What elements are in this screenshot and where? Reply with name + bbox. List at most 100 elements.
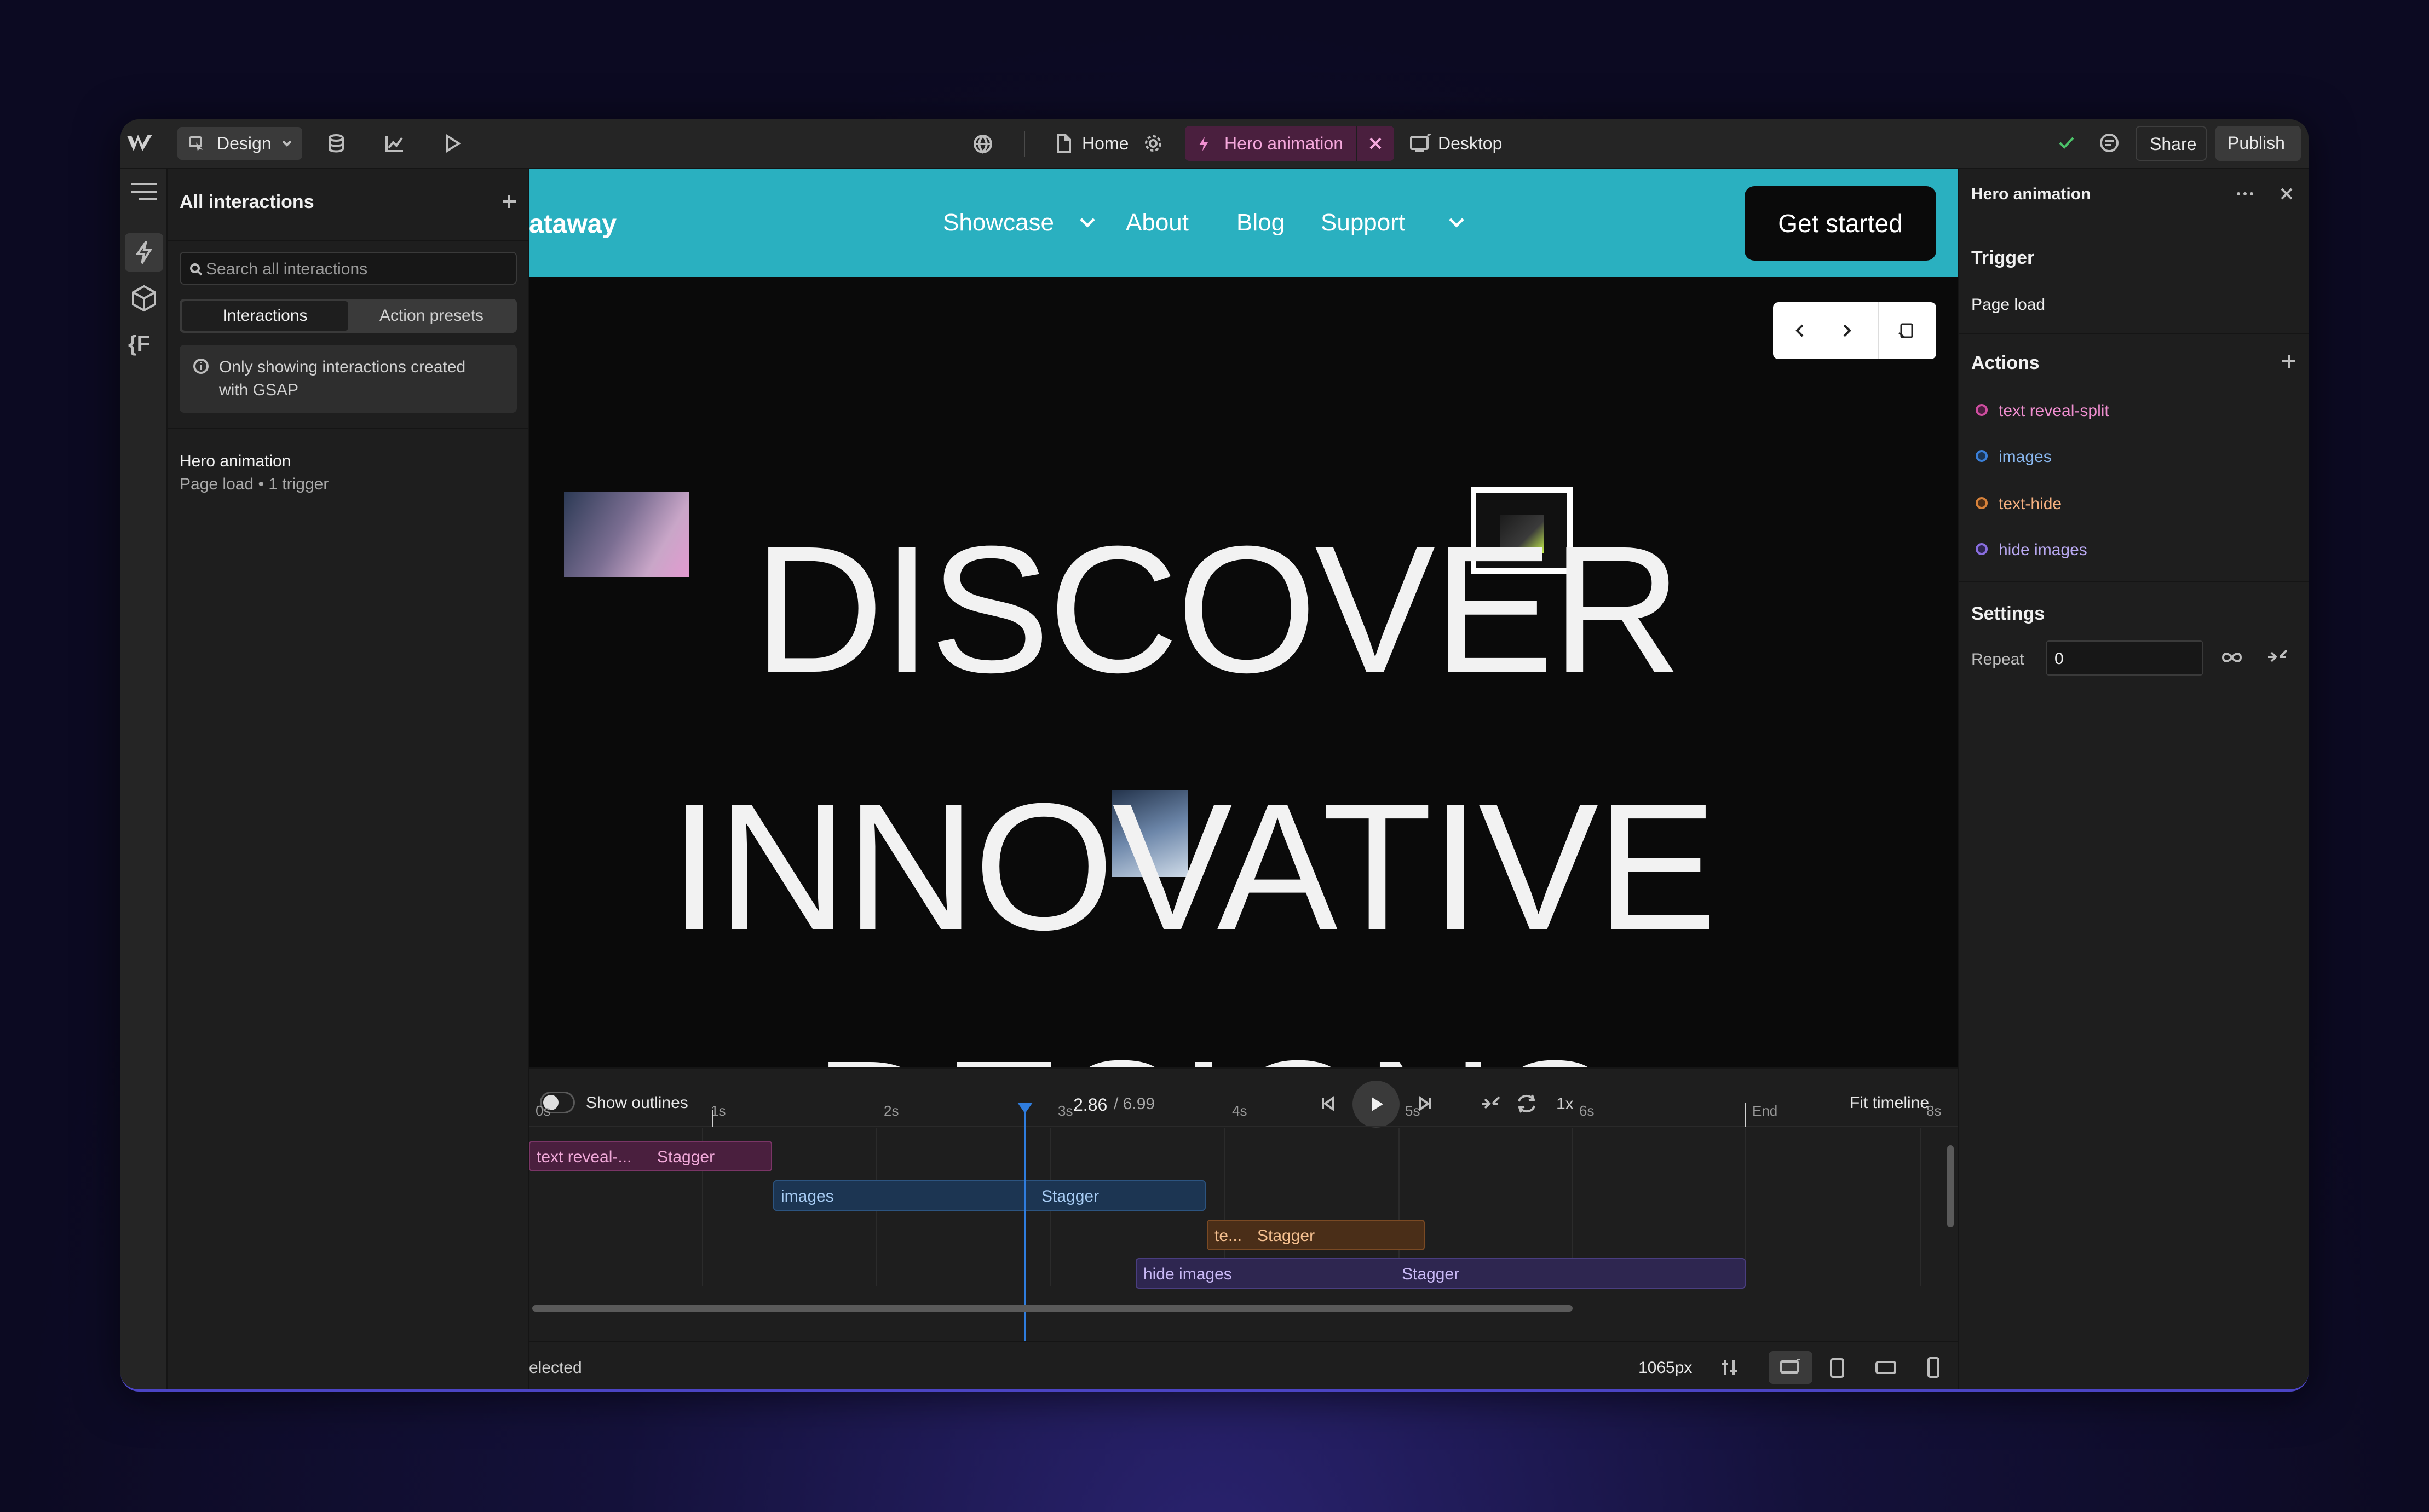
settings-heading: Settings (1971, 603, 2045, 624)
action-label: hide images (1999, 541, 2087, 559)
track-text-hide[interactable]: te... Stagger (1207, 1220, 1425, 1250)
share-button[interactable]: Share (2136, 126, 2207, 161)
components-cube-icon[interactable] (131, 285, 157, 312)
database-icon[interactable] (326, 134, 346, 153)
search-icon (190, 263, 203, 276)
fit-timeline-button[interactable]: Fit timeline (1850, 1094, 1929, 1112)
tablet-icon[interactable] (1829, 1358, 1845, 1378)
action-item[interactable]: text-hide (1959, 484, 2309, 528)
track-images-label: images (781, 1187, 834, 1205)
interaction-tab-label: Hero animation (1224, 134, 1343, 153)
action-color-dot (1976, 543, 1988, 555)
action-item[interactable]: images (1959, 437, 2309, 481)
panel-tabs: Interactions Action presets (180, 299, 517, 333)
track-hide-images[interactable]: hide images Stagger (1136, 1258, 1746, 1289)
repeat-input[interactable]: 0 (2046, 640, 2203, 676)
track-images[interactable]: images Stagger (773, 1180, 1206, 1211)
nav-support[interactable]: Support (1321, 209, 1405, 236)
vertical-scrollbar[interactable] (1947, 1145, 1954, 1227)
panel-divider (168, 240, 529, 241)
chevron-left-icon[interactable] (1794, 323, 1807, 338)
info-text-line2: with GSAP (219, 381, 299, 399)
preview-play-icon[interactable] (442, 134, 461, 153)
time-total: / 6.99 (1114, 1095, 1155, 1113)
page-selector[interactable]: Home (1082, 135, 1129, 152)
interactions-rail-button[interactable] (125, 233, 163, 272)
yoyo-icon[interactable] (2266, 648, 2289, 666)
ease-icon[interactable] (1480, 1095, 1501, 1112)
tab-interactions-label: Interactions (222, 307, 308, 325)
lightning-icon (1199, 137, 1208, 151)
mobile-landscape-icon[interactable] (1875, 1360, 1897, 1375)
page-settings-gear-icon[interactable] (1143, 134, 1163, 153)
nav-about[interactable]: About (1126, 209, 1189, 236)
nav-showcase[interactable]: Showcase (943, 209, 1054, 236)
carousel-controls (1773, 302, 1936, 359)
tab-action-presets[interactable]: Action presets (348, 301, 515, 331)
top-toolbar: Design Home Hero animation Desktop Share… (120, 119, 2309, 169)
action-label: images (1999, 448, 2052, 466)
hamburger-menu-icon[interactable] (129, 181, 159, 203)
canvas-width-readout[interactable]: 1065px (1638, 1359, 1692, 1377)
nav-blog[interactable]: Blog (1236, 209, 1285, 236)
more-options-icon[interactable] (2236, 191, 2254, 197)
trigger-heading: Trigger (1971, 247, 2035, 268)
tab-interactions[interactable]: Interactions (182, 301, 348, 331)
breakpoint-desktop-button[interactable] (1769, 1351, 1812, 1384)
action-label: text-hide (1999, 495, 2062, 513)
hero-image-team[interactable] (564, 492, 689, 577)
saved-check-icon (2059, 137, 2074, 149)
interaction-item-name: Hero animation (180, 452, 291, 470)
infinite-repeat-icon[interactable] (2221, 650, 2243, 665)
tick-end: End (1752, 1103, 1778, 1119)
loop-icon[interactable] (1516, 1094, 1538, 1113)
breakpoint-selector[interactable]: Desktop (1438, 135, 1502, 152)
chevron-down-icon (282, 140, 292, 147)
action-item[interactable]: hide images (1959, 530, 2309, 574)
mobile-portrait-icon[interactable] (1926, 1357, 1941, 1378)
width-adjust-icon[interactable] (1719, 1358, 1739, 1377)
webflow-logo-icon[interactable] (126, 131, 154, 155)
panel-divider (1959, 333, 2309, 334)
settings-panel-title: Hero animation (1971, 185, 2091, 203)
globe-icon[interactable] (972, 134, 993, 154)
chevron-right-icon[interactable] (1840, 323, 1853, 338)
add-action-icon[interactable] (2280, 353, 2298, 370)
mode-switcher[interactable]: Design (177, 127, 302, 160)
action-color-dot (1976, 404, 1988, 416)
trigger-value[interactable]: Page load (1971, 296, 2045, 314)
get-started-button[interactable]: Get started (1745, 186, 1936, 261)
add-interaction-icon[interactable] (500, 193, 518, 210)
lightning-icon (135, 240, 153, 264)
publish-button[interactable]: Publish (2215, 126, 2301, 161)
repeat-label: Repeat (1971, 650, 2024, 668)
desktop-icon (1780, 1359, 1800, 1374)
horizontal-scrollbar[interactable] (532, 1305, 1573, 1312)
track-hide-images-stagger: Stagger (1402, 1265, 1460, 1283)
action-item[interactable]: text reveal-split (1959, 391, 2309, 435)
variables-icon[interactable]: {F (128, 332, 150, 356)
timeline-panel: Show outlines 2.86 / 6.99 1x Fit timelin… (529, 1067, 1958, 1341)
comments-icon[interactable] (2098, 132, 2120, 154)
brand-name[interactable]: ataway (529, 209, 617, 239)
analytics-chart-icon[interactable] (384, 134, 405, 153)
info-text-line1: Only showing interactions created (219, 358, 466, 376)
close-panel-icon[interactable] (2279, 186, 2294, 201)
interaction-tab[interactable]: Hero animation (1185, 126, 1394, 161)
skip-back-icon[interactable] (1320, 1096, 1336, 1111)
tab-action-presets-label: Action presets (379, 307, 484, 325)
track-text-hide-label: te... (1214, 1227, 1242, 1245)
gridline (1920, 1128, 1921, 1286)
close-tab-icon[interactable] (1368, 136, 1383, 151)
play-button[interactable] (1352, 1081, 1400, 1128)
search-input[interactable]: Search all interactions (180, 252, 517, 285)
element-settings-icon[interactable] (1897, 321, 1916, 341)
repeat-value: 0 (2054, 650, 2064, 668)
design-canvas[interactable]: ataway Showcase About Blog Support Get s… (529, 169, 1958, 1067)
hero-word-innovative: INNOVATIVE (669, 765, 1717, 967)
playback-speed[interactable]: 1x (1556, 1095, 1574, 1113)
track-text-reveal[interactable]: text reveal-... Stagger (529, 1141, 772, 1171)
status-bar: elected 1065px (529, 1341, 1958, 1389)
interaction-item-meta: Page load • 1 trigger (180, 475, 329, 493)
interaction-list-item[interactable]: Hero animation Page load • 1 trigger (168, 448, 529, 503)
